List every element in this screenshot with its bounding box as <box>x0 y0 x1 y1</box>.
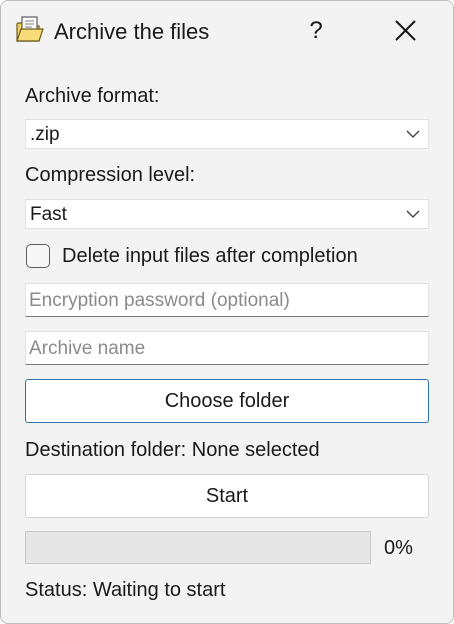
choose-folder-button[interactable]: Choose folder <box>25 379 429 423</box>
archive-folder-icon <box>15 15 45 45</box>
archive-name-field[interactable]: Archive name <box>25 331 429 365</box>
encryption-password-field[interactable]: Encryption password (optional) <box>25 283 429 317</box>
archive-dialog: Archive the files ? Archive format: .zip… <box>0 0 454 624</box>
compression-level-select[interactable]: Fast <box>25 199 429 229</box>
compression-level-value: Fast <box>30 204 67 225</box>
archive-format-select[interactable]: .zip <box>25 119 429 149</box>
archive-format-value: .zip <box>30 124 60 145</box>
compression-level-label: Compression level: <box>25 164 196 186</box>
progress-bar <box>25 531 371 564</box>
close-icon <box>395 20 416 41</box>
close-button[interactable] <box>385 13 425 49</box>
chevron-down-icon <box>406 130 420 138</box>
destination-folder-text: Destination folder: None selected <box>25 439 320 461</box>
start-button[interactable]: Start <box>25 474 429 518</box>
archive-format-label: Archive format: <box>25 85 160 107</box>
progress-percent: 0% <box>384 537 413 559</box>
chevron-down-icon <box>406 210 420 218</box>
archive-name-placeholder: Archive name <box>29 338 146 359</box>
status-text: Status: Waiting to start <box>25 579 226 601</box>
delete-input-label[interactable]: Delete input files after completion <box>62 244 358 268</box>
title-bar[interactable]: Archive the files ? <box>1 1 453 63</box>
window-title: Archive the files <box>54 19 210 44</box>
help-button[interactable]: ? <box>301 13 331 49</box>
encryption-password-placeholder: Encryption password (optional) <box>29 290 290 311</box>
delete-input-checkbox[interactable] <box>26 244 50 268</box>
